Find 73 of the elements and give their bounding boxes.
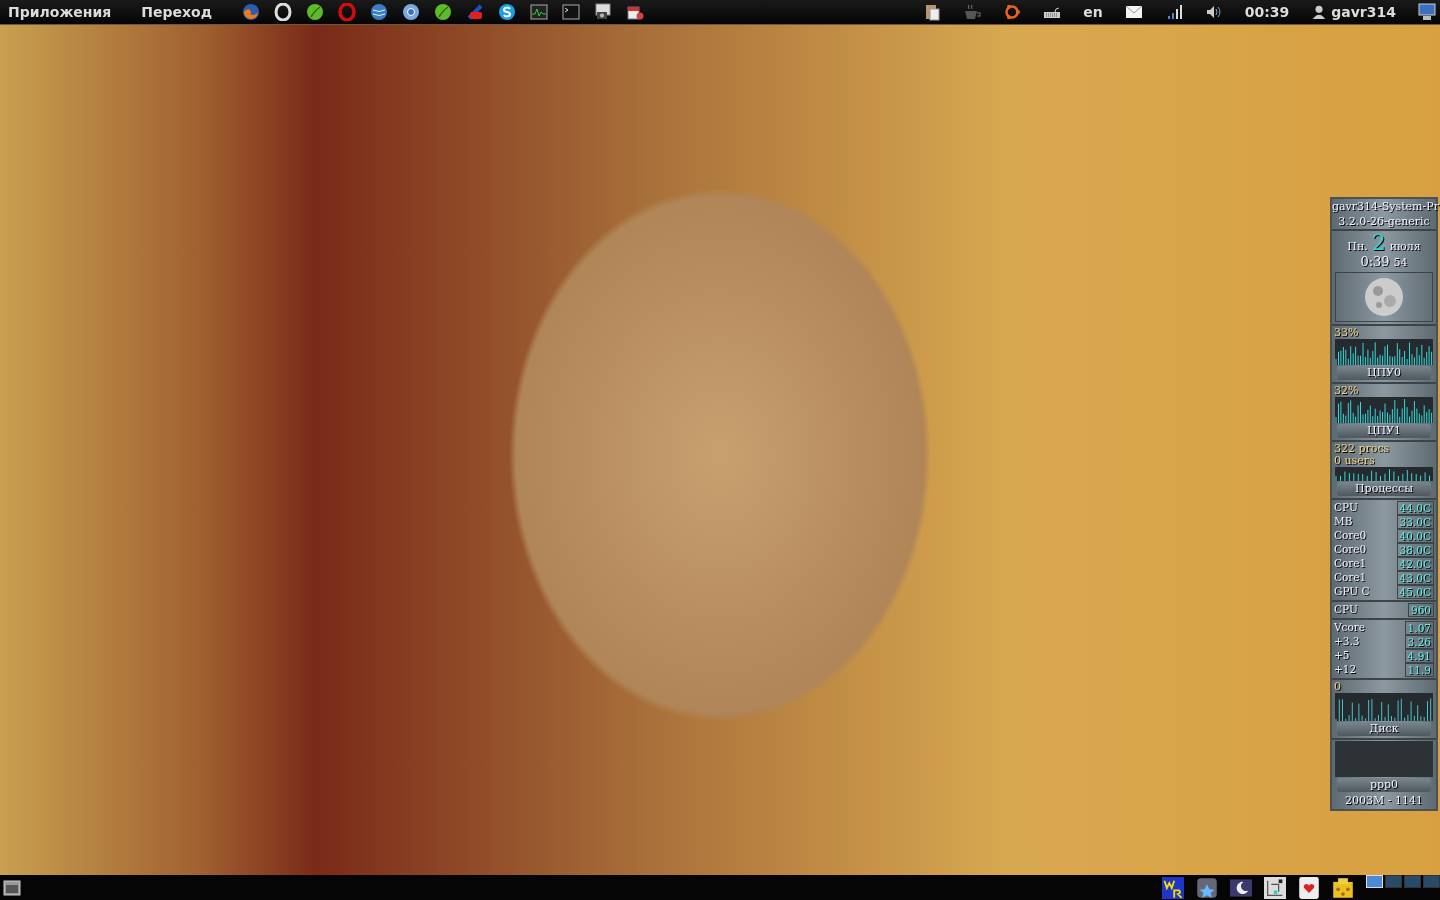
computer-icon[interactable] [1418, 3, 1436, 21]
network-label[interactable]: ppp0 [1337, 778, 1431, 792]
sensor-name: Core0 [1334, 529, 1367, 543]
leaf-icon[interactable] [434, 3, 452, 21]
clipboard-icon[interactable] [923, 3, 942, 21]
sensor-value: 33.0C [1396, 515, 1434, 529]
plus-badge-icon[interactable] [466, 3, 484, 21]
voltage-value: 4.91 [1404, 649, 1434, 663]
chart-monitor-icon[interactable] [530, 3, 548, 21]
voltage-name: +12 [1334, 663, 1357, 677]
moon-icon [1364, 277, 1404, 317]
wr-square-icon[interactable] [1162, 876, 1184, 899]
sensor-name: MB [1334, 515, 1353, 529]
panel-menu[interactable]: Переход [141, 4, 212, 20]
voltage-name: +3.3 [1334, 635, 1360, 649]
cpu-label[interactable]: ЦПУ1 [1337, 424, 1431, 438]
workspace-switcher-cell[interactable] [1385, 875, 1402, 888]
user-name[interactable]: gavr314 [1331, 4, 1396, 20]
disk-reading: 0 [1334, 681, 1342, 693]
fan-value: 960 [1407, 603, 1434, 617]
sensor-name: Core0 [1334, 543, 1367, 557]
sensor-value: 40.0C [1396, 529, 1434, 543]
panel-indicator[interactable]: en [1083, 4, 1103, 20]
envelope-icon[interactable] [1124, 3, 1143, 21]
sensor-value: 38.0C [1396, 543, 1434, 557]
camera-window-icon[interactable] [594, 3, 612, 21]
sensor-name: CPU [1334, 501, 1358, 515]
kernel-version: 3.2.0-26-generic [1337, 214, 1431, 229]
tiles-icon[interactable] [1332, 876, 1354, 899]
process-count: 322 procs [1334, 443, 1391, 455]
panel-indicator[interactable]: 00:39 [1244, 4, 1290, 20]
month: июля [1389, 240, 1421, 253]
terminal-icon[interactable] [562, 3, 580, 21]
sensor-value: 43.0C [1396, 571, 1434, 585]
panel-menu[interactable]: Приложения [8, 4, 112, 20]
voltage-value: 1.07 [1404, 621, 1434, 635]
playing-cards-icon[interactable] [1298, 876, 1320, 899]
fan-name: CPU [1334, 603, 1358, 617]
workspace-switcher-cell[interactable] [1423, 875, 1440, 888]
desktop-icon[interactable] [3, 878, 21, 897]
cpu-label[interactable]: ЦПУ0 [1337, 366, 1431, 380]
processes-label[interactable]: Процессы [1337, 482, 1431, 496]
cpu-percent: 33% [1334, 327, 1360, 339]
clock-seconds: 54 [1393, 256, 1408, 269]
day-number: 2 [1371, 232, 1386, 254]
sensor-value: 42.0C [1396, 557, 1434, 571]
user-count: 0 users [1334, 455, 1376, 467]
globe-icon[interactable] [370, 3, 388, 21]
cpu-percent: 32% [1334, 385, 1360, 397]
crescent-moon-icon[interactable] [1230, 876, 1252, 899]
voltage-name: +5 [1334, 649, 1350, 663]
sensor-value: 44.0C [1396, 501, 1434, 515]
ubuntu-circle-icon[interactable] [1003, 3, 1022, 21]
leaf-icon[interactable] [306, 3, 324, 21]
voltage-value: 3.26 [1404, 635, 1434, 649]
diagram-icon[interactable] [1264, 876, 1286, 899]
browser-globe-icon[interactable] [242, 3, 260, 21]
disk-label[interactable]: Диск [1337, 722, 1431, 736]
sensor-value: 45.0C [1396, 585, 1434, 599]
chat-bubble-icon[interactable] [498, 3, 516, 21]
network-traffic: 2003M - 1141 [1344, 793, 1424, 808]
workspace-switcher-cell[interactable] [1404, 875, 1421, 888]
package-icon[interactable] [626, 3, 644, 21]
sensor-name: Core1 [1334, 571, 1367, 585]
circle-icon[interactable] [402, 3, 420, 21]
cup-icon[interactable] [963, 3, 982, 21]
person-icon [1311, 4, 1328, 20]
sensor-name: GPU C [1334, 585, 1370, 599]
clock-time: 0:39 [1360, 254, 1390, 269]
weekday: Пн. [1347, 240, 1368, 253]
voltage-name: Vcore [1334, 621, 1366, 635]
voltage-value: 11.9 [1404, 663, 1434, 677]
sensor-name: Core1 [1334, 557, 1367, 571]
